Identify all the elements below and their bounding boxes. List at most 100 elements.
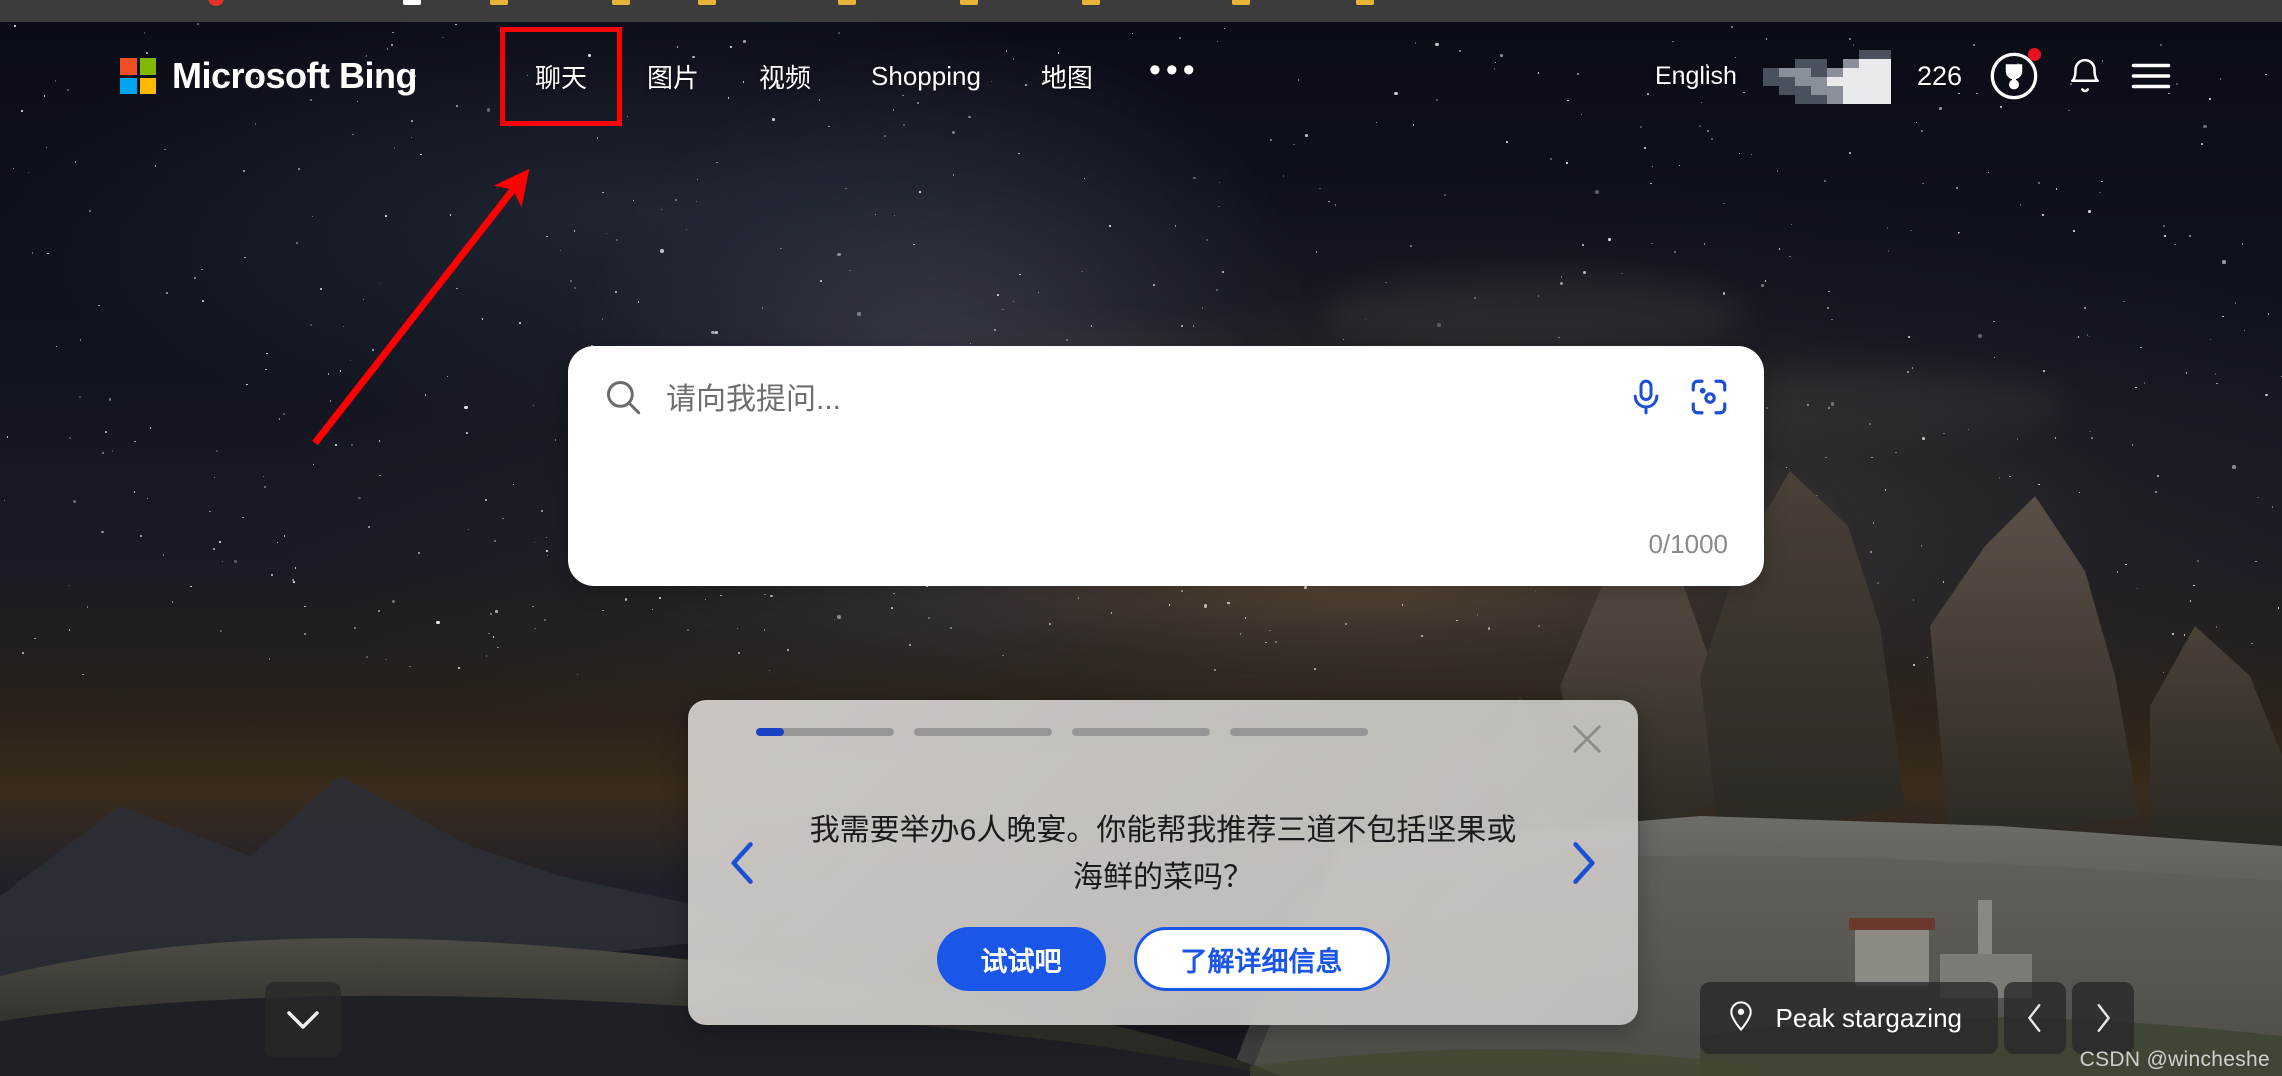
redacted-pixel <box>1778 77 1795 86</box>
redacted-pixel <box>1858 59 1875 68</box>
close-icon[interactable] <box>1566 718 1608 760</box>
search-input[interactable] <box>666 382 1604 417</box>
redacted-pixel <box>1874 50 1891 59</box>
hamburger-menu-icon[interactable] <box>2130 60 2172 92</box>
redacted-pixel <box>1794 95 1811 104</box>
cloud <box>1323 274 1744 355</box>
nav-item-shopping[interactable]: Shopping <box>841 47 1011 106</box>
redacted-pixel <box>1842 86 1859 95</box>
nav-item-images[interactable]: 图片 <box>617 44 729 109</box>
nav-more-icon[interactable]: ••• <box>1123 53 1226 98</box>
try-it-button[interactable]: 试试吧 <box>936 927 1106 991</box>
nav-item-videos[interactable]: 视频 <box>729 44 841 109</box>
carousel-progress-segment[interactable] <box>1230 728 1368 736</box>
bookmark-folder-icon[interactable] <box>612 0 630 5</box>
microphone-icon[interactable] <box>1626 377 1666 422</box>
brand-name: Microsoft Bing <box>172 55 417 96</box>
scroll-down-button[interactable] <box>265 982 341 1058</box>
bing-homepage: Microsoft Bing 聊天 图片 视频 Shopping 地图 ••• … <box>0 0 2282 1076</box>
redacted-pixel <box>1874 95 1891 104</box>
browser-bookmark-bar[interactable] <box>0 0 2282 22</box>
redacted-pixel <box>1762 68 1779 77</box>
visual-search-camera-icon[interactable] <box>1688 376 1730 423</box>
redacted-pixel <box>1762 77 1779 86</box>
redacted-pixel <box>1842 68 1859 77</box>
redacted-pixel <box>1778 68 1795 77</box>
bookmark-icon[interactable] <box>403 0 421 5</box>
redacted-pixel <box>1858 77 1875 86</box>
main-nav: 聊天 图片 视频 Shopping 地图 ••• <box>499 22 1226 130</box>
next-image-button[interactable] <box>2072 982 2134 1054</box>
microsoft-logo-icon <box>120 58 156 94</box>
redacted-pixel <box>1810 59 1827 68</box>
redacted-pixel <box>1810 68 1827 77</box>
redacted-pixel <box>1810 77 1827 86</box>
redacted-pixel <box>1826 77 1843 86</box>
location-pin-icon <box>1726 998 1756 1039</box>
search-row <box>568 346 1764 423</box>
carousel-progress <box>756 728 1368 736</box>
card-actions: 试试吧 了解详细信息 <box>688 927 1638 991</box>
carousel-next-button[interactable] <box>1560 835 1606 891</box>
redacted-pixel <box>1874 68 1891 77</box>
redacted-pixel <box>1794 86 1811 95</box>
image-location-label: Peak stargazing <box>1775 1002 1962 1033</box>
bing-logo-link[interactable]: Microsoft Bing <box>120 55 417 97</box>
bookmark-folder-icon[interactable] <box>698 0 716 5</box>
redacted-pixel <box>1858 50 1875 59</box>
header-right-cluster: English 226 <box>1655 48 2172 104</box>
redacted-pixel <box>1794 68 1811 77</box>
image-attribution-bar: Peak stargazing <box>1699 982 2134 1054</box>
bookmark-folder-icon[interactable] <box>1232 0 1250 5</box>
carousel-prev-button[interactable] <box>720 835 766 891</box>
suggestion-carousel-card: 我需要举办6人晚宴。你能帮我推荐三道不包括坚果或海鲜的菜吗？ 试试吧 了解详细信… <box>688 700 1638 1025</box>
redacted-pixel <box>1842 59 1859 68</box>
rewards-count: 226 <box>1916 60 1962 91</box>
search-tools <box>1626 376 1730 423</box>
redacted-pixel <box>1778 86 1795 95</box>
redacted-pixel <box>1858 86 1875 95</box>
bookmark-folder-icon[interactable] <box>1356 0 1374 5</box>
character-counter: 0/1000 <box>1648 529 1728 559</box>
mountain-chapel-tower <box>1978 900 1992 954</box>
redacted-pixel <box>1858 95 1875 104</box>
redacted-pixel <box>1794 77 1811 86</box>
carousel-progress-segment[interactable] <box>1072 728 1210 736</box>
search-icon <box>602 376 644 423</box>
redacted-pixel <box>1842 95 1859 104</box>
search-box: 0/1000 <box>568 346 1764 586</box>
bookmark-folder-icon[interactable] <box>1082 0 1100 5</box>
carousel-progress-segment[interactable] <box>756 728 894 736</box>
site-header: Microsoft Bing 聊天 图片 视频 Shopping 地图 ••• … <box>0 22 2282 130</box>
bookmark-icon[interactable] <box>208 0 224 6</box>
notification-dot <box>2028 48 2041 61</box>
bookmark-folder-icon[interactable] <box>490 0 508 5</box>
redacted-pixel <box>1826 95 1843 104</box>
rewards-medal-icon[interactable] <box>1988 48 2041 102</box>
carousel-progress-segment[interactable] <box>914 728 1052 736</box>
learn-more-button[interactable]: 了解详细信息 <box>1133 927 1390 991</box>
watermark: CSDN @wincheshe <box>2079 1048 2270 1071</box>
bookmark-folder-icon[interactable] <box>960 0 978 5</box>
nav-item-chat[interactable]: 聊天 <box>499 26 623 126</box>
redacted-pixel <box>1810 95 1827 104</box>
nav-item-maps[interactable]: 地图 <box>1011 44 1123 109</box>
redacted-pixel <box>1858 68 1875 77</box>
suggestion-text: 我需要举办6人晚宴。你能帮我推荐三道不包括坚果或海鲜的菜吗？ <box>809 814 1517 894</box>
language-selector[interactable]: English <box>1655 62 1737 91</box>
account-name-redacted[interactable] <box>1762 50 1891 104</box>
redacted-pixel <box>1874 86 1891 95</box>
prev-image-button[interactable] <box>2004 982 2066 1054</box>
mountain-hut <box>1855 928 1929 986</box>
bell-icon[interactable] <box>2066 57 2104 95</box>
redacted-pixel <box>1826 86 1843 95</box>
redacted-pixel <box>1842 77 1859 86</box>
redacted-pixel <box>1810 86 1827 95</box>
bookmark-folder-icon[interactable] <box>838 0 856 5</box>
redacted-pixel <box>1874 59 1891 68</box>
image-location-button[interactable]: Peak stargazing <box>1699 982 1998 1054</box>
redacted-pixel <box>1826 68 1843 77</box>
redacted-pixel <box>1874 77 1891 86</box>
redacted-pixel <box>1794 59 1811 68</box>
mountain-hut-roof <box>1849 918 1935 930</box>
